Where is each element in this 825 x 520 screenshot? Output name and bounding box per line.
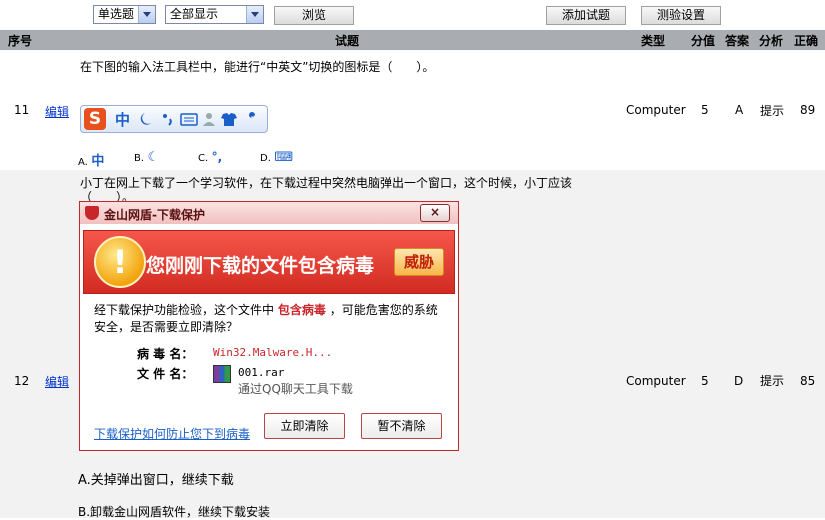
analysis-hint[interactable]: 提示 <box>760 372 784 389</box>
warning-icon: ! <box>94 236 146 288</box>
col-score: 分值 <box>691 34 716 48</box>
dialog-titlebar: 金山网盾-下载保护 × <box>80 202 458 224</box>
option-label: B. <box>134 153 145 164</box>
virus-name-label: 病 毒 名： <box>137 347 194 361</box>
quiz-settings-button[interactable]: 测验设置 <box>641 6 721 25</box>
question-text: 在下图的输入法工具栏中，能进行“中英文”切换的图标是（ ）。 <box>80 60 435 74</box>
correct-rate: 85 <box>800 374 816 388</box>
question-answer: D <box>734 374 744 388</box>
option-b: B.卸载金山网盾软件，继续下载安装 <box>78 505 271 519</box>
chevron-down-icon <box>246 6 263 23</box>
chevron-down-icon <box>138 6 155 23</box>
col-question: 试题 <box>335 34 360 48</box>
col-type: 类型 <box>641 34 666 48</box>
question-type: Computer <box>626 374 686 388</box>
edit-link[interactable]: 编辑 <box>45 373 69 390</box>
punctuation-icon: °, <box>211 150 223 164</box>
chinese-mode-icon: 中 <box>115 111 131 129</box>
edit-link[interactable]: 编辑 <box>45 103 69 120</box>
skip-clear-button: 暂不清除 <box>361 413 442 439</box>
col-analysis: 分析 <box>759 34 784 48</box>
dialog-title: 金山网盾-下载保护 <box>104 208 205 222</box>
display-filter-select[interactable]: 全部显示 <box>165 5 264 24</box>
correct-rate: 89 <box>800 103 816 117</box>
option-label: A. <box>78 157 88 168</box>
display-filter-value: 全部显示 <box>170 7 219 21</box>
question-type-value: 单选题 <box>98 7 135 21</box>
download-protection-dialog-image: 金山网盾-下载保护 × ! 您刚刚下载的文件包含病毒 威胁 经下载保护功能检验，… <box>79 201 459 451</box>
question-answer: A <box>735 103 744 117</box>
analysis-hint[interactable]: 提示 <box>760 102 784 119</box>
threat-badge: 威胁 <box>394 248 444 276</box>
table-header: 序号 试题 类型 分值 答案 分析 正确 <box>0 30 825 50</box>
close-icon: × <box>420 204 450 222</box>
virus-banner: ! 您刚刚下载的文件包含病毒 威胁 <box>83 230 455 294</box>
option-label: C. <box>198 153 209 164</box>
col-answer: 答案 <box>725 34 750 48</box>
help-link: 下载保护如何防止您下到病毒 <box>94 427 251 441</box>
table-row: 11 编辑 在下图的输入法工具栏中，能进行“中英文”切换的图标是（ ）。 S 中… <box>0 50 825 170</box>
file-source: 通过QQ聊天工具下载 <box>238 382 353 396</box>
question-type: Computer <box>626 103 686 117</box>
virus-name-value: Win32.Malware.H... <box>213 346 333 359</box>
option-c: C. °, <box>198 150 222 164</box>
option-a: A. 中 <box>78 150 104 169</box>
file-name-value: 001.rar <box>238 366 285 379</box>
question-score: 5 <box>701 374 709 388</box>
shield-icon <box>85 206 99 220</box>
option-b: B. ☾ <box>134 150 159 165</box>
ime-toolbar-image: S 中 <box>80 105 268 133</box>
col-number: 序号 <box>8 34 33 48</box>
keyboard-icon: ⌨ <box>274 150 294 165</box>
clear-now-button: 立即清除 <box>264 413 345 439</box>
option-a-icon: 中 <box>91 154 105 169</box>
table-row: 12 编辑 小丁在网上下载了一个学习软件，在下载过程中突然电脑弹出一个窗口，这个… <box>0 170 825 519</box>
browse-button[interactable]: 浏览 <box>274 6 354 25</box>
body-text-pre: 经下载保护功能检验，这个文件中 <box>94 303 275 317</box>
ime-icons <box>140 112 255 126</box>
banner-message: 您刚刚下载的文件包含病毒 <box>146 255 375 277</box>
row-number: 12 <box>14 374 30 388</box>
moon-icon: ☾ <box>147 150 160 165</box>
question-score: 5 <box>701 103 709 117</box>
option-d: D. ⌨ <box>260 150 293 165</box>
file-name-label: 文 件 名： <box>137 367 194 381</box>
body-text-red: 包含病毒 <box>277 303 326 317</box>
question-type-select[interactable]: 单选题 <box>93 5 156 24</box>
toolbar: 单选题 全部显示 浏览 添加试题 测验设置 <box>0 0 825 30</box>
add-question-button[interactable]: 添加试题 <box>546 6 626 25</box>
sogou-logo-icon: S <box>84 108 106 130</box>
option-a: A.关掉弹出窗口，继续下载 <box>78 473 234 488</box>
question-text-line1: 小丁在网上下载了一个学习软件，在下载过程中突然电脑弹出一个窗口，这个时候，小丁应… <box>80 176 573 190</box>
dialog-body: 经下载保护功能检验，这个文件中 包含病毒 ，可能危害您的系统安全，是否需要立即清… <box>94 302 444 336</box>
row-number: 11 <box>14 103 30 117</box>
col-correct: 正确 <box>794 34 819 48</box>
option-label: D. <box>260 153 271 164</box>
rar-file-icon <box>213 365 231 383</box>
